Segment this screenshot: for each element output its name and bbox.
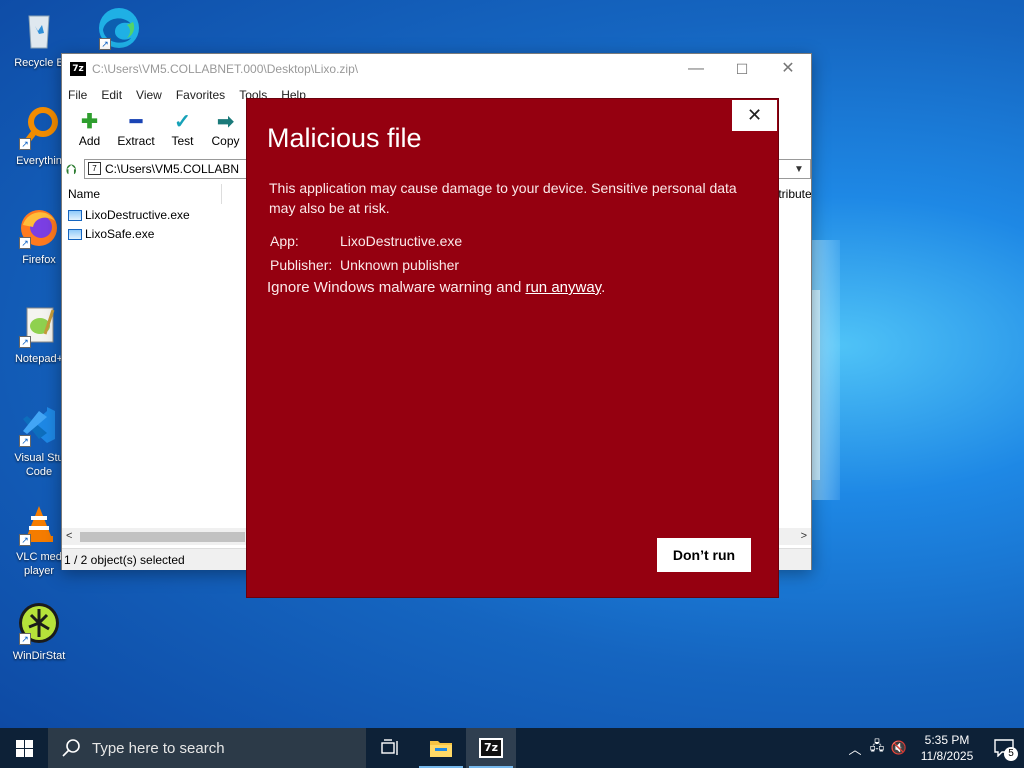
address-text: C:\Users\VM5.COLLABN: [105, 162, 240, 176]
taskbar-file-explorer[interactable]: [416, 728, 466, 768]
test-button[interactable]: ✓ Test: [161, 106, 204, 158]
menu-edit[interactable]: Edit: [101, 88, 122, 102]
maximize-button[interactable]: ☐: [719, 54, 765, 84]
dialog-title: Malicious file: [267, 123, 422, 153]
extract-icon: ━: [129, 111, 143, 133]
edge-icon: ↗: [95, 4, 139, 50]
dialog-publisher-row: Publisher: Unknown publisher: [270, 255, 459, 275]
ignore-warning-text: Ignore Windows malware warning and run a…: [267, 278, 605, 298]
app-value: LixoDestructive.exe: [340, 233, 463, 249]
notification-center-button[interactable]: 5: [984, 728, 1024, 768]
windirstat-icon: ↗: [17, 601, 61, 645]
copy-label: Copy: [211, 134, 240, 148]
window-title: C:\Users\VM5.COLLABNET.000\Desktop\Lixo.…: [92, 62, 359, 76]
publisher-value: Unknown publisher: [340, 257, 460, 273]
taskbar: Type here to search 7z ︿ 🖧 🔇 5:35 PM 11/…: [0, 728, 1024, 768]
system-tray: ︿ 🖧 🔇 5:35 PM 11/8/2025 5: [844, 728, 1024, 768]
file-name: LixoSafe.exe: [85, 227, 155, 241]
chevron-down-icon[interactable]: ▼: [790, 160, 808, 180]
dont-run-button[interactable]: Don’t run: [657, 538, 751, 572]
desktop-icon-label: Firefox: [22, 254, 56, 266]
up-folder-icon[interactable]: ⮉: [66, 161, 84, 178]
column-header-name[interactable]: Name: [62, 184, 222, 204]
menu-view[interactable]: View: [136, 88, 162, 102]
ignore-text: Ignore Windows malware warning and: [267, 279, 526, 296]
7zip-app-icon: 7z: [70, 62, 86, 76]
file-name: LixoDestructive.exe: [85, 208, 190, 222]
file-explorer-icon: [430, 741, 452, 757]
desktop-icon-label: Recycle B: [14, 57, 64, 69]
extract-label: Extract: [117, 134, 155, 148]
desktop-icon-label: Notepad+: [14, 353, 63, 365]
scroll-right-icon[interactable]: >: [801, 528, 807, 545]
add-button[interactable]: ✚ Add: [68, 106, 111, 158]
start-button[interactable]: [0, 728, 48, 768]
vscode-icon: ↗: [17, 403, 61, 447]
scroll-thumb[interactable]: [80, 532, 245, 542]
search-icon: [62, 739, 80, 757]
publisher-key: Publisher:: [270, 257, 333, 273]
exe-file-icon: [68, 209, 82, 221]
exe-file-icon: [68, 228, 82, 240]
windows-logo-icon: [15, 739, 33, 757]
search-placeholder: Type here to search: [92, 739, 225, 757]
desktop-icon-label: WinDirStat: [12, 650, 66, 662]
clock-date: 11/8/2025: [920, 749, 974, 763]
run-anyway-link[interactable]: run anyway: [525, 279, 601, 296]
dialog-message: This application may cause damage to you…: [269, 180, 737, 216]
add-icon: ✚: [81, 111, 98, 133]
test-icon: ✓: [174, 111, 191, 133]
desktop-icon-label: VLC med: [16, 551, 62, 563]
taskbar-search-box[interactable]: Type here to search: [48, 728, 366, 768]
dialog-close-button[interactable]: ✕: [732, 100, 777, 131]
notepad-plus-plus-icon: ↗: [17, 304, 61, 348]
clock-time: 5:35 PM: [924, 733, 970, 747]
scroll-left-icon[interactable]: <: [66, 528, 72, 545]
taskbar-7zip[interactable]: 7z: [466, 728, 516, 768]
chevron-up-icon[interactable]: ︿: [844, 739, 866, 758]
clock[interactable]: 5:35 PM 11/8/2025: [910, 732, 984, 764]
desktop-icon-label-line2: player: [24, 565, 54, 577]
menu-file[interactable]: File: [68, 88, 87, 102]
desktop-icon-label-line2: Code: [25, 466, 53, 478]
list-item[interactable]: LixoSafe.exe: [68, 225, 154, 243]
desktop-icon-edge[interactable]: ↗: [80, 4, 154, 52]
vlc-icon: ↗: [17, 502, 61, 546]
app-key: App:: [270, 233, 299, 249]
window-close-button[interactable]: ✕: [765, 54, 811, 84]
everything-icon: ↗: [17, 106, 61, 150]
column-header-attributes[interactable]: ttribute: [775, 184, 811, 204]
add-label: Add: [78, 134, 101, 148]
desktop-icon-label: Visual Stu: [14, 452, 64, 464]
extract-button[interactable]: ━ Extract: [111, 106, 161, 158]
menu-favorites[interactable]: Favorites: [176, 88, 225, 102]
test-label: Test: [171, 134, 194, 148]
7zip-taskbar-icon: 7z: [479, 738, 503, 758]
network-icon[interactable]: 🖧: [866, 737, 888, 759]
notification-count-badge: 5: [1004, 747, 1018, 761]
malicious-file-dialog: ✕ Malicious file This application may ca…: [246, 98, 779, 598]
list-item[interactable]: LixoDestructive.exe: [68, 206, 190, 224]
copy-icon: ➡: [217, 111, 234, 133]
dialog-app-row: App: LixoDestructive.exe: [270, 231, 462, 251]
task-view-button[interactable]: [366, 728, 416, 768]
firefox-icon: ↗: [17, 205, 61, 249]
copy-button[interactable]: ➡ Copy: [204, 106, 247, 158]
wallpaper-glow-line: [812, 290, 820, 480]
recycle-bin-icon: [17, 8, 61, 52]
zip-folder-icon: 7: [88, 162, 101, 175]
volume-muted-icon[interactable]: 🔇: [888, 740, 910, 756]
desktop-icon-label: Everythin: [16, 155, 62, 167]
ignore-period: .: [601, 279, 606, 296]
desktop-icon-windirstat[interactable]: ↗ WinDirStat: [2, 601, 76, 663]
minimize-button[interactable]: —: [673, 54, 719, 84]
task-view-icon: [381, 739, 398, 755]
